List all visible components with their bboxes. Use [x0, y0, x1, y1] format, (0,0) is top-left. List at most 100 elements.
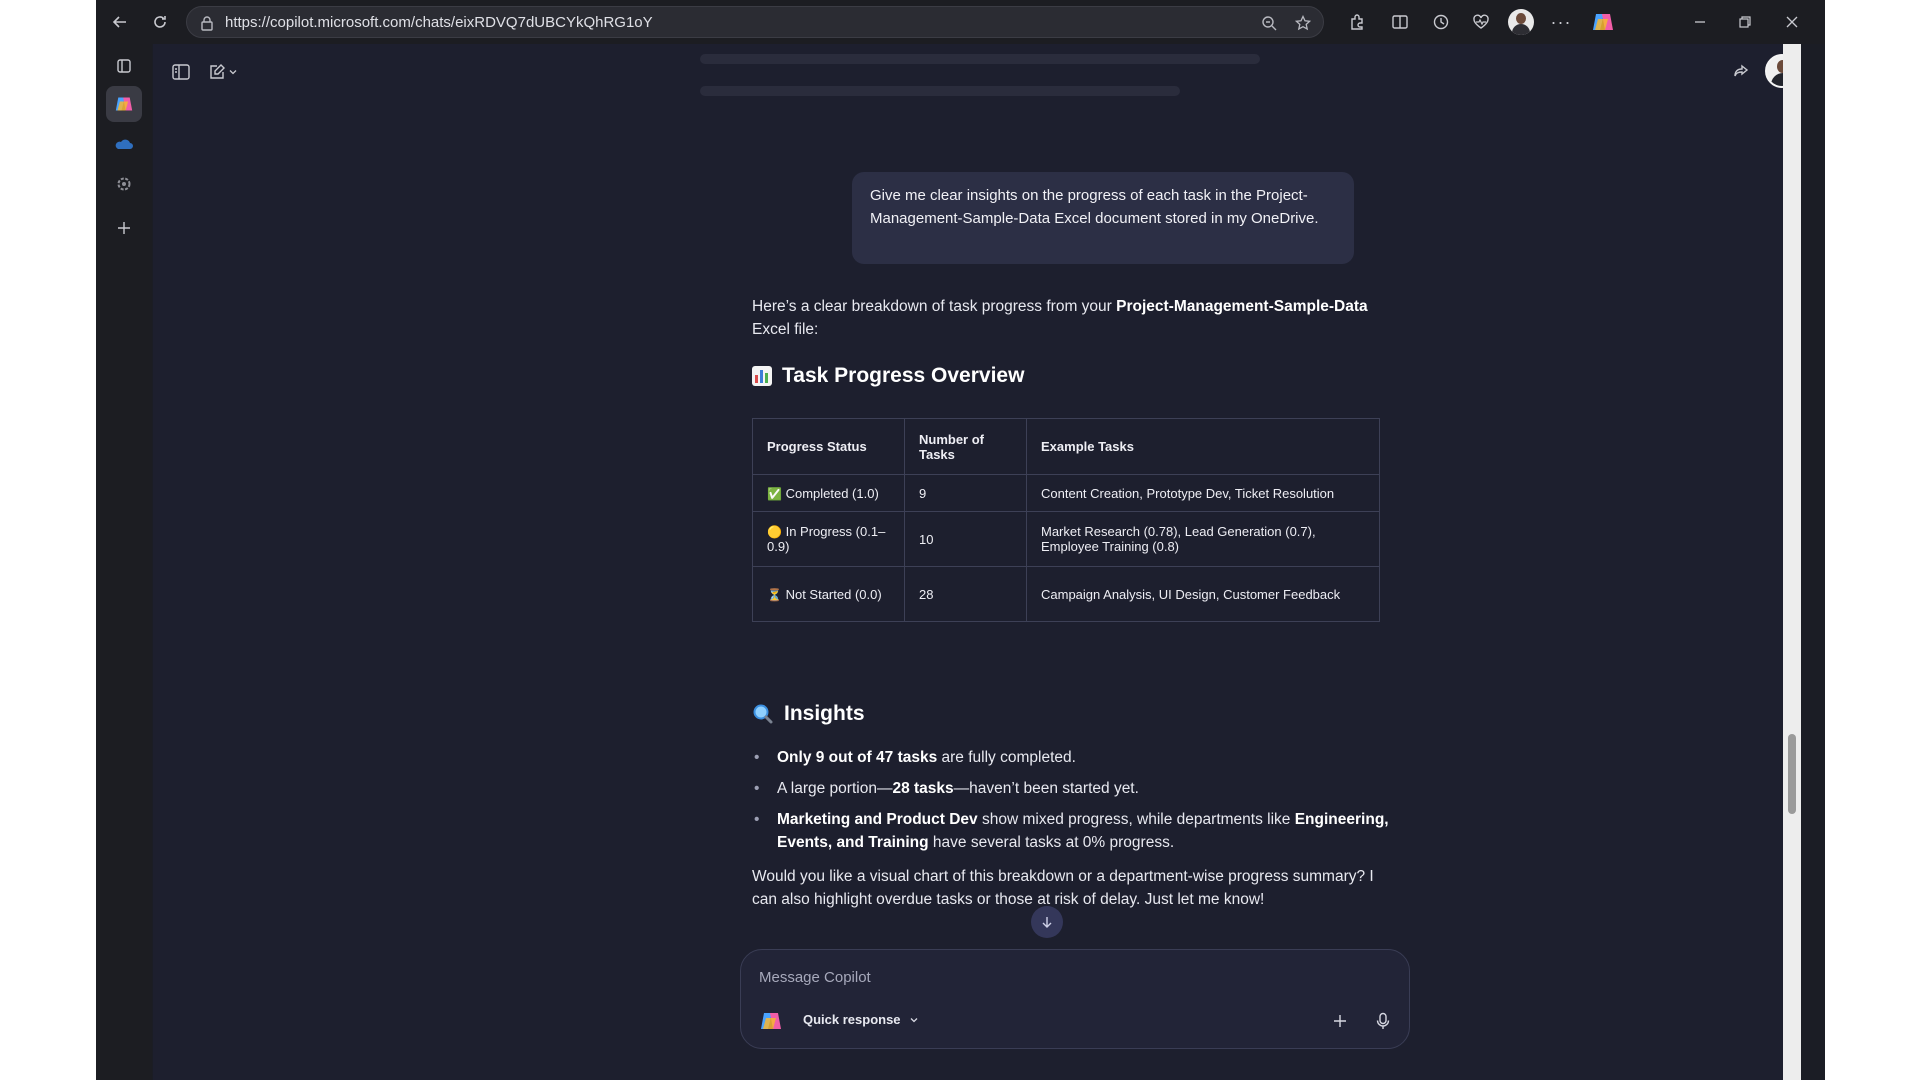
insights-heading: Insights — [752, 702, 865, 726]
split-screen-button[interactable] — [1386, 8, 1414, 36]
insight-bold: Marketing and Product Dev — [777, 811, 978, 828]
quick-response-dropdown[interactable]: Quick response — [803, 1012, 919, 1027]
add-tab-button[interactable] — [106, 210, 142, 246]
copilot-logo-icon — [1593, 14, 1613, 30]
profile-button[interactable] — [1507, 8, 1535, 36]
status-cell: ✅ Completed (1.0) — [752, 474, 905, 512]
plus-icon — [1334, 1015, 1346, 1027]
intro-text: Here’s a clear breakdown of task progres… — [752, 298, 1117, 315]
scrollbar[interactable] — [1783, 44, 1801, 1080]
examples-cell: Campaign Analysis, UI Design, Customer F… — [1026, 566, 1380, 622]
browser-essentials-button[interactable] — [1467, 8, 1495, 36]
count-cell: 28 — [904, 566, 1027, 622]
table-row: ✅ Completed (1.0) 9 Content Creation, Pr… — [752, 474, 1380, 512]
insight-text: are fully completed. — [937, 749, 1076, 766]
table-header: Number of Tasks — [904, 418, 1027, 475]
insight-bold: 28 tasks — [892, 780, 954, 797]
intro-suffix: Excel file: — [752, 321, 819, 338]
hourglass-icon: ⏳ — [767, 587, 782, 602]
table-header: Example Tasks — [1026, 418, 1380, 475]
new-chat-dropdown[interactable] — [225, 58, 241, 86]
microphone-icon — [1376, 1012, 1390, 1029]
status-cell: 🟡 In Progress (0.1–0.9) — [752, 511, 905, 567]
insights-heading-text: Insights — [784, 702, 865, 725]
lock-icon[interactable] — [195, 11, 219, 35]
address-bar[interactable]: https://copilot.microsoft.com/chats/eixR… — [186, 6, 1324, 38]
more-menu-button[interactable]: ··· — [1547, 8, 1575, 36]
back-arrow-icon — [112, 16, 126, 28]
progress-table: Progress Status Number of Tasks Example … — [752, 418, 1380, 622]
tab-actions-button[interactable] — [106, 48, 142, 84]
back-button[interactable] — [106, 8, 134, 36]
table-row: 🟡 In Progress (0.1–0.9) 10 Market Resear… — [752, 511, 1380, 567]
arrow-down-icon — [1042, 917, 1052, 928]
close-icon — [1786, 16, 1798, 28]
history-button[interactable] — [1427, 8, 1455, 36]
table-row: ⏳ Not Started (0.0) 28 Campaign Analysis… — [752, 566, 1380, 622]
sidebar-toggle-icon — [172, 64, 190, 80]
examples-cell: Market Research (0.78), Lead Generation … — [1026, 511, 1380, 567]
microphone-button[interactable] — [1368, 1006, 1398, 1036]
history-icon — [1433, 14, 1449, 30]
url-text[interactable]: https://copilot.microsoft.com/chats/eixR… — [225, 14, 653, 31]
chevron-down-icon — [229, 70, 237, 75]
insight-text: A large portion— — [777, 780, 893, 797]
add-attachment-button[interactable] — [1325, 1006, 1355, 1036]
insight-item: A large portion—28 tasks—haven’t been st… — [752, 777, 1392, 800]
insight-text: —haven’t been started yet. — [953, 780, 1139, 797]
status-text: Not Started (0.0) — [785, 586, 882, 602]
split-screen-icon — [1392, 15, 1408, 29]
heart-pulse-icon — [1473, 14, 1489, 29]
bar-chart-icon — [752, 366, 772, 386]
status-cell: ⏳ Not Started (0.0) — [752, 566, 905, 622]
insight-item: Only 9 out of 47 tasks are fully complet… — [752, 746, 1392, 769]
close-button[interactable] — [1778, 8, 1806, 36]
share-button[interactable] — [1727, 58, 1755, 86]
faded-previous-text — [700, 86, 1180, 96]
scroll-down-button[interactable] — [1031, 906, 1063, 938]
onedrive-tab[interactable] — [106, 126, 142, 162]
table-header-row: Progress Status Number of Tasks Example … — [752, 418, 1380, 475]
scrollbar-thumb[interactable] — [1788, 734, 1796, 814]
puzzle-icon — [1351, 14, 1363, 30]
message-input[interactable] — [759, 964, 1359, 990]
restore-icon — [1739, 16, 1751, 28]
minimize-icon — [1695, 21, 1705, 23]
examples-cell: Content Creation, Prototype Dev, Ticket … — [1026, 474, 1380, 512]
copilot-button[interactable] — [1589, 8, 1617, 36]
assistant-intro: Here’s a clear breakdown of task progres… — [752, 295, 1382, 341]
minimize-button[interactable] — [1686, 8, 1714, 36]
intro-filename: Project-Management-Sample-Data — [1116, 298, 1368, 315]
overview-heading: Task Progress Overview — [752, 364, 1024, 388]
compose-icon — [210, 64, 225, 79]
closing-text: Would you like a visual chart of this br… — [752, 868, 1374, 908]
copilot-mode-icon[interactable] — [759, 1010, 783, 1037]
share-icon — [1734, 64, 1749, 77]
copilot-tab[interactable] — [106, 86, 142, 122]
title-bar: https://copilot.microsoft.com/chats/eixR… — [96, 0, 1825, 44]
zoom-icon[interactable] — [1257, 11, 1281, 35]
status-text: Completed (1.0) — [785, 485, 879, 501]
tabs-icon — [117, 59, 131, 73]
status-text: In Progress (0.1–0.9) — [767, 524, 886, 554]
insight-text: have several tasks at 0% progress. — [928, 834, 1175, 851]
extensions-button[interactable] — [1343, 8, 1371, 36]
copilot-tab-icon — [115, 97, 133, 111]
count-cell: 10 — [904, 511, 1027, 567]
message-composer: Quick response — [740, 949, 1410, 1049]
yellow-circle-icon: 🟡 — [767, 525, 782, 539]
insight-item: Marketing and Product Dev show mixed pro… — [752, 808, 1392, 854]
insight-bold: Only 9 out of 47 tasks — [777, 749, 938, 766]
user-message-bubble: Give me clear insights on the progress o… — [852, 172, 1354, 264]
copilot-main: Give me clear insights on the progress o… — [153, 44, 1801, 1080]
magnifier-icon — [753, 704, 773, 724]
restore-button[interactable] — [1731, 8, 1759, 36]
profile-avatar-icon — [1508, 9, 1534, 35]
toggle-sidebar-button[interactable] — [167, 58, 195, 86]
checkmark-icon: ✅ — [767, 486, 782, 501]
ellipsis-icon: ··· — [1550, 11, 1572, 32]
plus-icon — [118, 222, 130, 234]
refresh-button[interactable] — [146, 8, 174, 36]
favorite-star-icon[interactable] — [1291, 11, 1315, 35]
settings-tab[interactable] — [106, 166, 142, 202]
